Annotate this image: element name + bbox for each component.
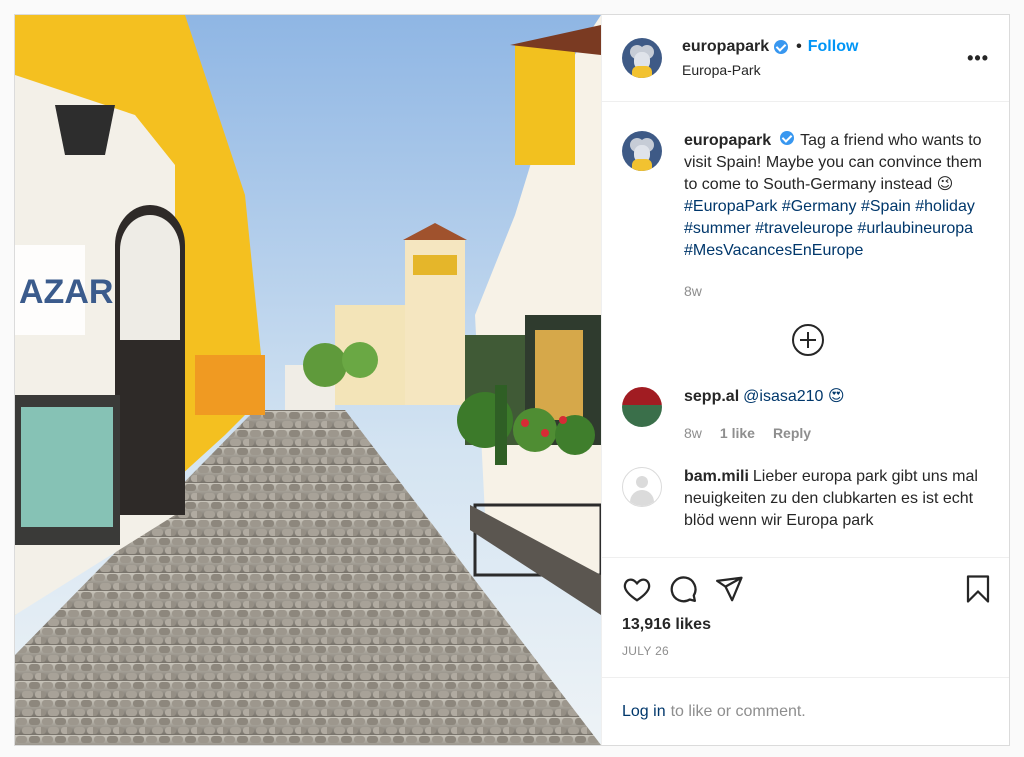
comment-item: bam.mili Lieber europa park gibt uns mal … (622, 466, 993, 532)
comment-icon[interactable] (668, 574, 698, 604)
post-photo[interactable]: AZAR (15, 15, 601, 745)
follow-button[interactable]: Follow (808, 38, 859, 56)
caption-username[interactable]: europapark (684, 132, 771, 149)
verified-badge-icon (774, 40, 789, 54)
avatar[interactable] (622, 131, 662, 171)
plus-circle-icon[interactable] (791, 324, 824, 356)
verified-badge-icon (780, 131, 795, 145)
post-author-username[interactable]: europapark (682, 38, 769, 56)
comments-section: europapark Tag a friend who wants to visi… (602, 102, 1009, 557)
shop-sign-text: AZAR (19, 273, 113, 311)
avatar[interactable] (622, 387, 662, 427)
share-icon[interactable] (714, 574, 744, 604)
post-header: europapark • Follow Europa-Park ••• (602, 15, 1009, 102)
reply-button[interactable]: Reply (773, 422, 811, 444)
bookmark-icon[interactable] (963, 574, 993, 604)
post-date[interactable]: JULY 26 (622, 644, 993, 658)
login-prompt: Log in to like or comment. (602, 677, 1009, 745)
caption-time[interactable]: 8w (684, 280, 702, 302)
heart-icon[interactable] (622, 574, 652, 604)
instagram-post: AZAR europapark • Follow Europa-Park •••… (14, 14, 1010, 746)
separator-dot: • (796, 38, 802, 55)
action-bar: 13,916 likes JULY 26 (602, 557, 1009, 677)
avatar[interactable] (622, 38, 662, 78)
caption: europapark Tag a friend who wants to visi… (622, 130, 993, 302)
comment-text: @isasa210 😍 (743, 388, 845, 405)
comment-likes[interactable]: 1 like (720, 422, 755, 444)
caption-hashtags[interactable]: #EuropaPark #Germany #Spain #holiday #su… (684, 198, 975, 259)
comment-time[interactable]: 8w (684, 422, 702, 444)
comment-username[interactable]: sepp.al (684, 388, 739, 405)
post-location[interactable]: Europa-Park (682, 62, 963, 78)
more-options-icon[interactable]: ••• (963, 44, 993, 73)
post-sidebar: europapark • Follow Europa-Park ••• euro… (601, 15, 1009, 745)
avatar[interactable] (622, 467, 662, 507)
header-text: europapark • Follow Europa-Park (682, 38, 963, 78)
login-prompt-text: to like or comment. (670, 702, 806, 720)
likes-count[interactable]: 13,916 likes (622, 616, 993, 634)
street-scene-image: AZAR (15, 15, 601, 745)
login-link[interactable]: Log in (622, 703, 666, 721)
comment-username[interactable]: bam.mili (684, 468, 749, 485)
comment-item: sepp.al @isasa210 😍 8w 1 like Reply (622, 386, 993, 444)
